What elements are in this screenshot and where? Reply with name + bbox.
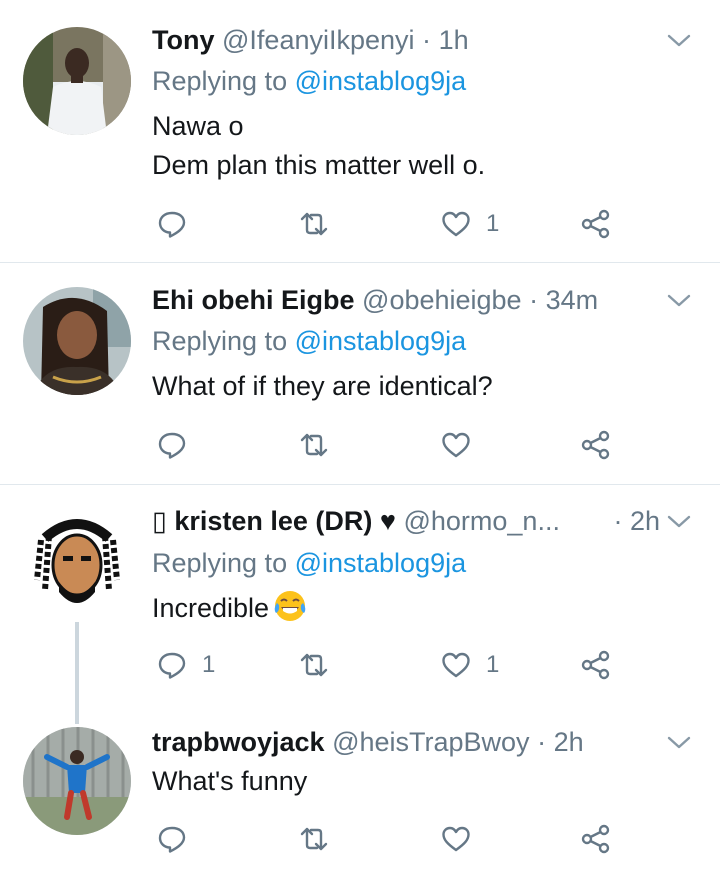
retweet-button[interactable] bbox=[298, 425, 344, 465]
avatar[interactable] bbox=[23, 287, 131, 395]
replying-to: Replying to @instablog9ja bbox=[152, 61, 466, 101]
tweet-text: What's funny bbox=[152, 762, 672, 801]
user-handle[interactable]: @IfeanyiIkpenyi bbox=[222, 25, 415, 55]
tweet-text-line: Incredible bbox=[152, 593, 270, 623]
share-icon bbox=[581, 650, 610, 680]
tweet-header: trapbwoyjack @heisTrapBwoy · 2h bbox=[152, 722, 660, 762]
like-button[interactable] bbox=[440, 819, 486, 859]
tweet-actions bbox=[152, 425, 632, 465]
heart-icon bbox=[442, 211, 470, 237]
heart-icon bbox=[442, 652, 470, 678]
tweet-text: Incredible bbox=[152, 589, 672, 628]
tweet-actions: 1 1 bbox=[152, 645, 632, 685]
retweet-icon bbox=[300, 653, 328, 677]
replying-label: Replying to bbox=[152, 326, 295, 356]
avatar-kristen-image bbox=[23, 510, 131, 618]
tweet-text-line: What of if they are identical? bbox=[152, 371, 493, 401]
user-handle[interactable]: @obehieigbe bbox=[362, 285, 522, 315]
timestamp[interactable]: 2h bbox=[630, 506, 660, 536]
reply-button[interactable]: 1 bbox=[156, 645, 215, 685]
reply-button[interactable] bbox=[156, 425, 202, 465]
tweet-actions: 1 bbox=[152, 204, 632, 244]
reply-icon bbox=[158, 652, 186, 679]
reply-icon bbox=[158, 826, 186, 853]
reply-button[interactable] bbox=[156, 204, 202, 244]
reply-count: 1 bbox=[202, 651, 216, 678]
avatar-trapbwoyjack-image bbox=[23, 727, 131, 835]
replying-to: Replying to @instablog9ja bbox=[152, 543, 466, 583]
display-name[interactable]: trapbwoyjack bbox=[152, 727, 325, 757]
share-button[interactable] bbox=[580, 204, 612, 244]
reply-icon bbox=[158, 211, 186, 238]
timestamp[interactable]: 2h bbox=[554, 727, 584, 757]
replying-to: Replying to @instablog9ja bbox=[152, 321, 466, 361]
avatar[interactable] bbox=[23, 27, 131, 135]
tweet-text: Nawa o Dem plan this matter well o. bbox=[152, 107, 672, 185]
share-icon bbox=[581, 824, 610, 854]
separator-dot: · bbox=[537, 727, 547, 757]
like-button[interactable] bbox=[440, 425, 486, 465]
share-icon bbox=[581, 430, 610, 460]
avatar[interactable] bbox=[23, 510, 131, 618]
timestamp[interactable]: 1h bbox=[439, 25, 469, 55]
retweet-icon bbox=[300, 827, 328, 851]
tweet-actions bbox=[152, 819, 632, 859]
tears-of-joy-emoji bbox=[274, 591, 306, 621]
like-count: 1 bbox=[486, 651, 500, 678]
chevron-down-icon[interactable] bbox=[666, 729, 692, 755]
retweet-button[interactable] bbox=[298, 819, 344, 859]
display-name[interactable]: Ehi obehi Eigbe bbox=[152, 285, 355, 315]
avatar-tony-image bbox=[23, 27, 131, 135]
separator-dot: · bbox=[529, 285, 539, 315]
tweet-tony[interactable]: Tony @IfeanyiIkpenyi · 1h Replying to @i… bbox=[0, 0, 720, 262]
tweet-ehi[interactable]: Ehi obehi Eigbe @obehieigbe · 34m Replyi… bbox=[0, 263, 720, 484]
reply-button[interactable] bbox=[156, 819, 202, 859]
heart-icon bbox=[442, 826, 470, 852]
reply-icon bbox=[158, 432, 186, 459]
tweet-kristen[interactable]: ▯ kristen lee (DR) ♥ @hormo_n... · 2h Re… bbox=[0, 485, 720, 715]
tweet-text-line: Nawa o bbox=[152, 111, 244, 141]
retweet-button[interactable] bbox=[298, 645, 344, 685]
share-button[interactable] bbox=[580, 819, 612, 859]
tweet-header: ▯ kristen lee (DR) ♥ @hormo_n... · 2h bbox=[152, 501, 660, 541]
share-button[interactable] bbox=[580, 645, 612, 685]
avatar[interactable] bbox=[23, 727, 131, 835]
retweet-button[interactable] bbox=[298, 204, 344, 244]
replying-mention[interactable]: @instablog9ja bbox=[295, 66, 467, 96]
share-button[interactable] bbox=[580, 425, 612, 465]
replying-label: Replying to bbox=[152, 548, 295, 578]
retweet-icon bbox=[300, 433, 328, 457]
tweet-header: Ehi obehi Eigbe @obehieigbe · 34m bbox=[152, 280, 660, 320]
timestamp-group: · 2h bbox=[613, 501, 660, 541]
heart-icon bbox=[442, 432, 470, 458]
tweet-text-line: What's funny bbox=[152, 766, 308, 796]
replying-mention[interactable]: @instablog9ja bbox=[295, 548, 467, 578]
chevron-down-icon[interactable] bbox=[666, 508, 692, 534]
chevron-down-icon[interactable] bbox=[666, 287, 692, 313]
separator-dot: · bbox=[613, 506, 623, 536]
tweet-text: What of if they are identical? bbox=[152, 367, 672, 406]
user-handle[interactable]: @heisTrapBwoy bbox=[332, 727, 529, 757]
user-handle[interactable]: @hormo_n... bbox=[403, 506, 559, 536]
retweet-icon bbox=[300, 212, 328, 236]
display-name[interactable]: ▯ kristen lee (DR) ♥ bbox=[152, 506, 396, 536]
replying-label: Replying to bbox=[152, 66, 295, 96]
display-name[interactable]: Tony bbox=[152, 25, 215, 55]
separator-dot: · bbox=[422, 25, 432, 55]
timestamp[interactable]: 34m bbox=[546, 285, 599, 315]
like-button[interactable]: 1 bbox=[440, 204, 499, 244]
like-count: 1 bbox=[486, 210, 500, 237]
chevron-down-icon[interactable] bbox=[666, 27, 692, 53]
tweet-header: Tony @IfeanyiIkpenyi · 1h bbox=[152, 20, 660, 60]
tweet-text-line: Dem plan this matter well o. bbox=[152, 150, 486, 180]
like-button[interactable]: 1 bbox=[440, 645, 499, 685]
avatar-ehi-image bbox=[23, 287, 131, 395]
tweet-trapbwoyjack[interactable]: trapbwoyjack @heisTrapBwoy · 2h What's f… bbox=[0, 715, 720, 869]
replying-mention[interactable]: @instablog9ja bbox=[295, 326, 467, 356]
share-icon bbox=[581, 209, 610, 239]
